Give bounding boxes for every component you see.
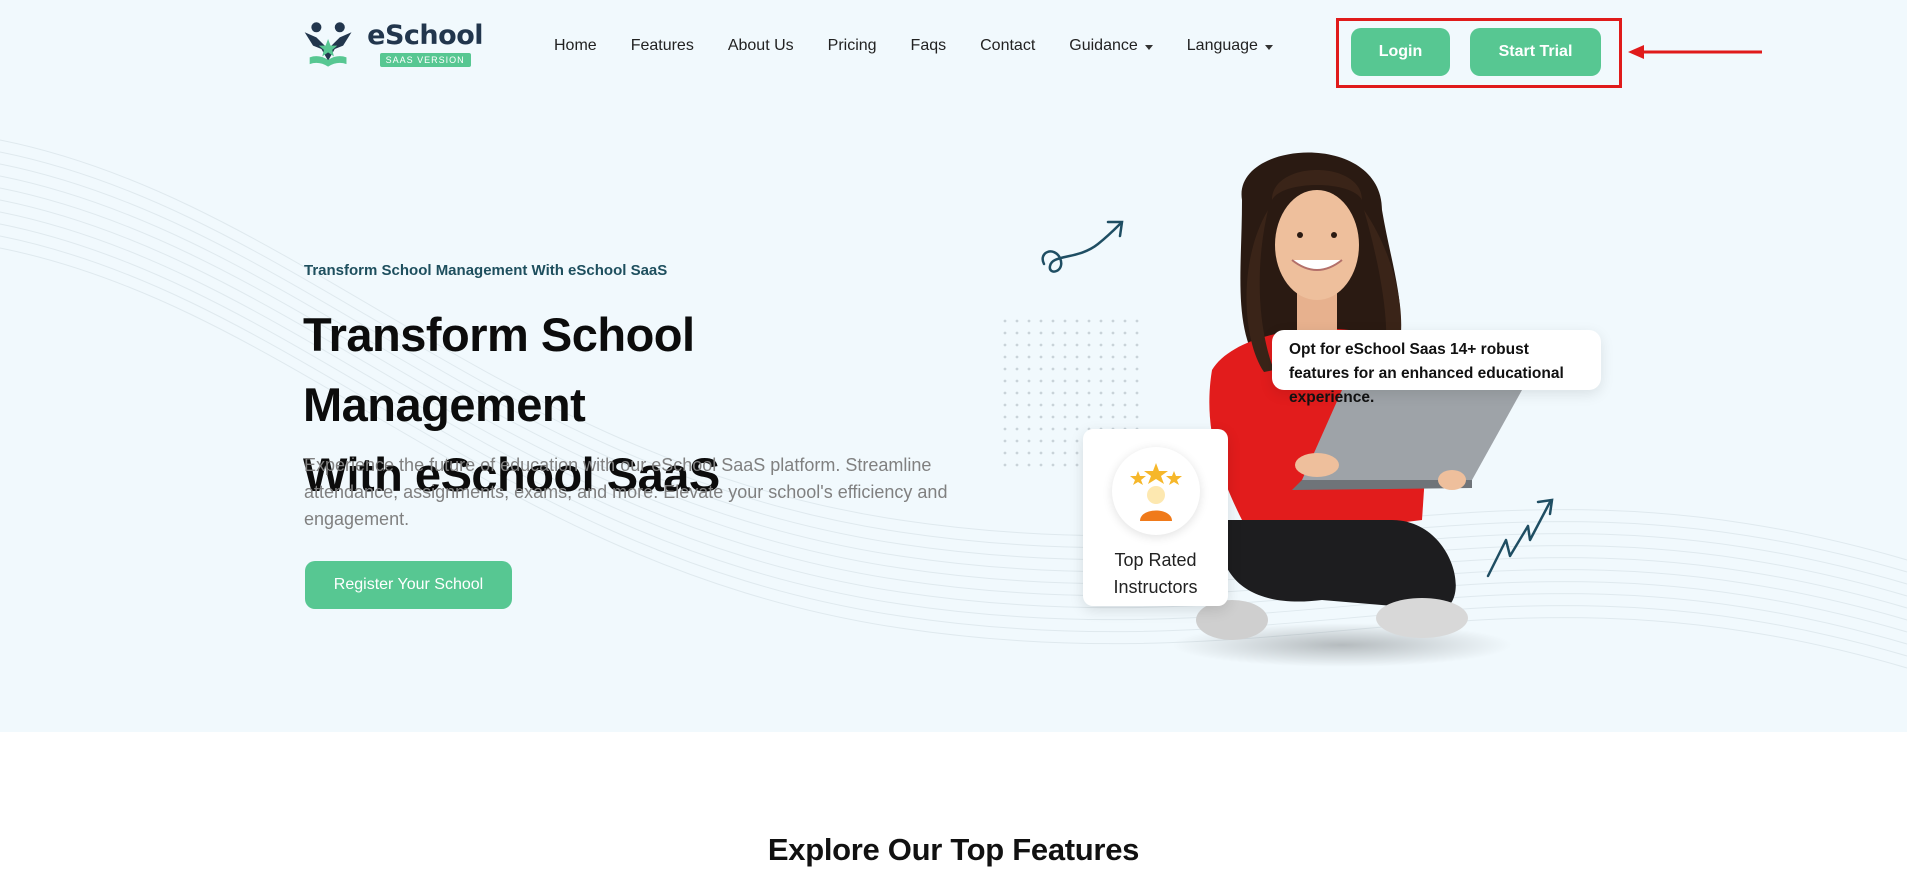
hero-title-line-1: Transform School Management bbox=[303, 308, 695, 431]
nav-language-label: Language bbox=[1186, 37, 1258, 54]
nav-about-us[interactable]: About Us bbox=[728, 37, 794, 55]
site-header: eSchool SAAS VERSION Home Features About… bbox=[0, 0, 1907, 92]
register-school-button[interactable]: Register Your School bbox=[305, 561, 512, 609]
main-nav: Home Features About Us Pricing Faqs Cont… bbox=[554, 34, 1307, 58]
school-logo-icon bbox=[304, 22, 352, 67]
top-rated-label: Top Rated Instructors bbox=[1113, 547, 1197, 601]
nav-faqs[interactable]: Faqs bbox=[911, 37, 947, 55]
nav-about-us-label: About Us bbox=[727, 37, 794, 54]
nav-home-label: Home bbox=[554, 37, 597, 54]
features-section-title: Explore Our Top Features bbox=[767, 832, 1140, 867]
top-rated-instructors-card: Top Rated Instructors bbox=[1083, 429, 1228, 606]
login-button[interactable]: Login bbox=[1351, 28, 1450, 76]
star-award-icon bbox=[1111, 447, 1200, 535]
nav-pricing-label: Pricing bbox=[827, 37, 877, 54]
hero-description: Experience the future of education with … bbox=[304, 455, 948, 529]
nav-home[interactable]: Home bbox=[554, 37, 597, 55]
nav-contact[interactable]: Contact bbox=[980, 37, 1035, 55]
nav-language-dropdown[interactable]: Language bbox=[1187, 37, 1273, 55]
left-arrow-icon bbox=[1628, 45, 1762, 59]
start-trial-button[interactable]: Start Trial bbox=[1470, 28, 1601, 76]
nav-features[interactable]: Features bbox=[631, 37, 694, 55]
hero-eyebrow: Transform School Management With eSchool… bbox=[304, 262, 668, 279]
brand-name: eSchool bbox=[367, 20, 483, 51]
nav-pricing[interactable]: Pricing bbox=[828, 37, 877, 55]
caret-down-icon bbox=[1144, 44, 1153, 50]
zigzag-arrow-icon bbox=[1486, 498, 1554, 578]
nav-contact-label: Contact bbox=[980, 37, 1036, 54]
nav-features-label: Features bbox=[630, 37, 694, 54]
top-rated-line-2: Instructors bbox=[1113, 577, 1198, 597]
features-info-card: Opt for eSchool Saas 14+ robust features… bbox=[1272, 330, 1601, 406]
nav-guidance-dropdown[interactable]: Guidance bbox=[1069, 37, 1153, 55]
top-rated-line-1: Top Rated bbox=[1114, 550, 1197, 570]
caret-down-icon bbox=[1264, 44, 1273, 50]
brand-logo[interactable]: eSchool SAAS VERSION bbox=[303, 16, 483, 72]
brand-tagline: SAAS VERSION bbox=[379, 53, 471, 67]
nav-faqs-label: Faqs bbox=[910, 37, 947, 54]
nav-guidance-label: Guidance bbox=[1069, 37, 1138, 54]
